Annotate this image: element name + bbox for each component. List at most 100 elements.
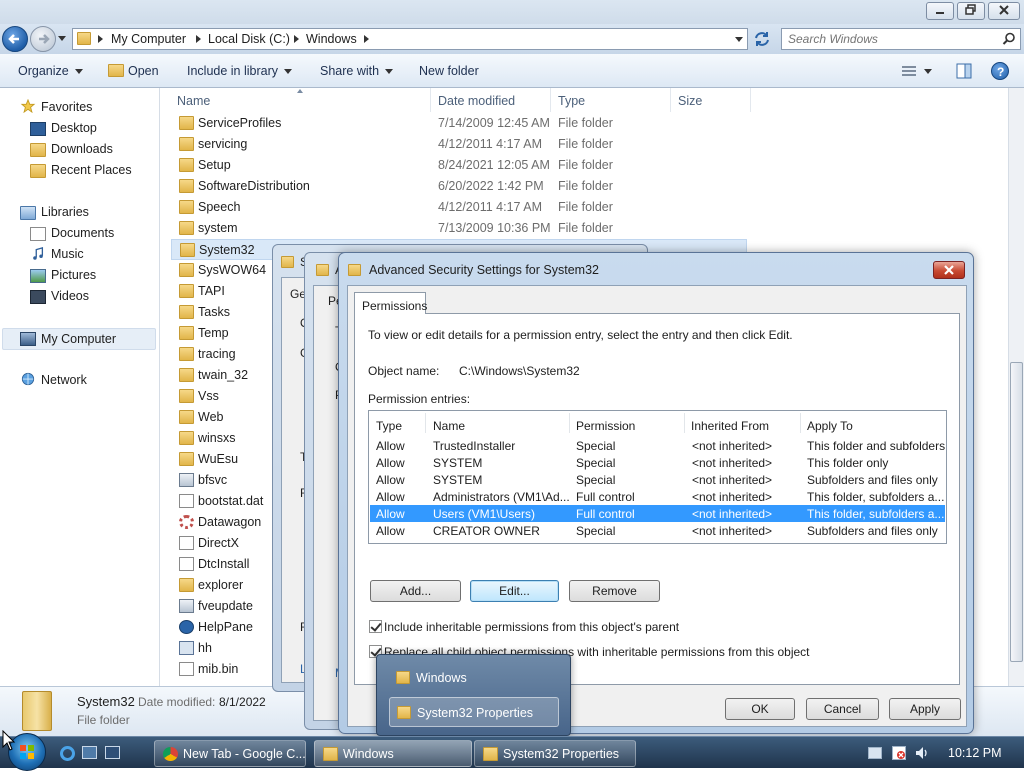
close-button[interactable] [988, 2, 1020, 20]
column-header-size[interactable]: Size [678, 94, 702, 108]
breadcrumb-my-computer[interactable]: My Computer [111, 32, 186, 46]
column-divider[interactable] [800, 413, 801, 433]
nav-music[interactable]: Music [51, 247, 84, 261]
address-bar[interactable]: My Computer Local Disk (C:) Windows [72, 28, 748, 50]
nav-downloads[interactable]: Downloads [51, 142, 113, 156]
permission-row[interactable]: Allow SYSTEM Special <not inherited> Thi… [370, 454, 945, 471]
volume-icon[interactable] [914, 746, 930, 760]
column-divider[interactable] [750, 88, 751, 112]
nav-libraries[interactable]: Libraries [41, 205, 89, 219]
file-row[interactable]: servicing 4/12/2011 4:17 AM File folder [171, 134, 747, 155]
entry-permission: Full control [576, 507, 635, 521]
permission-row[interactable]: Allow TrustedInstaller Special <not inhe… [370, 437, 945, 454]
search-icon [1002, 32, 1015, 45]
apply-button[interactable]: Apply [889, 698, 961, 720]
include-inheritable-checkbox[interactable] [369, 620, 382, 633]
maximize-button[interactable] [957, 2, 985, 20]
header-permission[interactable]: Permission [576, 419, 635, 433]
permission-row[interactable]: Allow Administrators (VM1\Ad... Full con… [370, 488, 945, 505]
permission-entries-table[interactable]: Type Name Permission Inherited From Appl… [368, 410, 947, 544]
nav-network[interactable]: Network [41, 373, 87, 387]
column-header-date[interactable]: Date modified [438, 94, 515, 108]
column-header-type[interactable]: Type [558, 94, 585, 108]
nav-recent-places[interactable]: Recent Places [51, 163, 132, 177]
ok-button[interactable]: OK [725, 698, 795, 720]
search-input[interactable] [786, 31, 996, 47]
popup-item-system32-properties[interactable]: System32 Properties [389, 697, 559, 727]
taskbar-system32-properties[interactable]: System32 Properties [474, 740, 636, 767]
folder-icon [179, 263, 194, 277]
cancel-button[interactable]: Cancel [806, 698, 879, 720]
column-divider[interactable] [569, 413, 570, 433]
window-titlebar [0, 0, 1024, 24]
minimize-button[interactable] [926, 2, 954, 20]
breadcrumb-windows[interactable]: Windows [306, 32, 357, 46]
taskbar-clock[interactable]: 10:12 PM [948, 746, 1002, 760]
open-button[interactable]: Open [108, 64, 159, 78]
folder-icon [179, 305, 194, 319]
header-name[interactable]: Name [433, 419, 465, 433]
nav-desktop[interactable]: Desktop [51, 121, 97, 135]
file-row[interactable]: SoftwareDistribution 6/20/2022 1:42 PM Fil… [171, 176, 747, 197]
folder-icon [179, 347, 194, 361]
chevron-down-icon [284, 69, 293, 75]
back-button[interactable] [2, 26, 28, 52]
file-name: explorer [198, 578, 244, 592]
network-tray-icon[interactable] [868, 747, 882, 759]
include-in-library-menu[interactable]: Include in library [187, 64, 293, 78]
nav-favorites[interactable]: Favorites [41, 100, 92, 114]
action-center-tray-icon[interactable] [892, 746, 906, 760]
add-button[interactable]: Add... [370, 580, 461, 602]
permission-row[interactable]: Allow CREATOR OWNER Special <not inherit… [370, 522, 945, 539]
recent-pages-dropdown[interactable] [58, 36, 66, 41]
show-desktop-icon[interactable] [82, 746, 97, 759]
search-box[interactable] [781, 28, 1021, 50]
remove-button[interactable]: Remove [569, 580, 660, 602]
column-divider[interactable] [425, 413, 426, 433]
nav-documents[interactable]: Documents [51, 226, 114, 240]
refresh-button[interactable] [752, 29, 772, 49]
preview-pane-button[interactable] [956, 63, 972, 82]
forward-button[interactable] [30, 26, 56, 52]
entry-name: SYSTEM [433, 456, 483, 470]
taskbar-chrome[interactable]: New Tab - Google C... [154, 740, 306, 767]
permission-row[interactable]: Allow SYSTEM Special <not inherited> Sub… [370, 471, 945, 488]
file-list-scrollbar[interactable] [1008, 88, 1024, 686]
scrollbar-thumb[interactable] [1010, 362, 1023, 662]
column-header-name[interactable]: Name [177, 94, 210, 108]
include-inheritable-label[interactable]: Include inheritable permissions from thi… [384, 620, 679, 634]
change-view-button[interactable] [900, 64, 940, 78]
edit-button[interactable]: Edit... [470, 580, 559, 602]
file-row[interactable]: Speech 4/12/2011 4:17 AM File folder [171, 197, 747, 218]
header-apply-to[interactable]: Apply To [807, 419, 853, 433]
internet-explorer-icon[interactable] [60, 746, 75, 761]
taskbar-windows-explorer[interactable]: Windows [314, 740, 472, 767]
svg-text:?: ? [997, 65, 1004, 79]
column-divider[interactable] [684, 413, 685, 433]
dialog-close-button[interactable] [933, 261, 965, 279]
help-button[interactable]: ? [991, 62, 1009, 80]
organize-menu[interactable]: Organize [18, 64, 83, 78]
column-divider[interactable] [670, 88, 671, 112]
entry-apply-to: This folder, subfolders a... [807, 507, 945, 521]
header-type[interactable]: Type [376, 419, 402, 433]
breadcrumb-local-disk[interactable]: Local Disk (C:) [208, 32, 290, 46]
nav-videos[interactable]: Videos [51, 289, 89, 303]
header-inherited-from[interactable]: Inherited From [691, 419, 769, 433]
nav-my-computer-row[interactable]: My Computer [2, 328, 156, 350]
column-divider[interactable] [430, 88, 431, 112]
file-row[interactable]: ServiceProfiles 7/14/2009 12:45 AM File fo… [171, 113, 747, 134]
tab-permissions[interactable]: Permissions [354, 292, 427, 314]
file-row[interactable]: Setup 8/24/2021 12:05 AM File folder [171, 155, 747, 176]
new-folder-button[interactable]: New folder [419, 64, 479, 78]
switch-windows-icon[interactable] [105, 746, 120, 759]
file-row[interactable]: system 7/13/2009 10:36 PM File folder [171, 218, 747, 239]
nav-pictures[interactable]: Pictures [51, 268, 96, 282]
column-divider[interactable] [550, 88, 551, 112]
popup-item-windows[interactable]: Windows [389, 663, 559, 693]
share-with-menu[interactable]: Share with [320, 64, 394, 78]
address-history-dropdown[interactable] [735, 37, 743, 42]
permission-row-selected[interactable]: Allow Users (VM1\Users) Full control <no… [370, 505, 945, 522]
folder-icon [179, 368, 194, 382]
help-book-icon [179, 641, 194, 655]
